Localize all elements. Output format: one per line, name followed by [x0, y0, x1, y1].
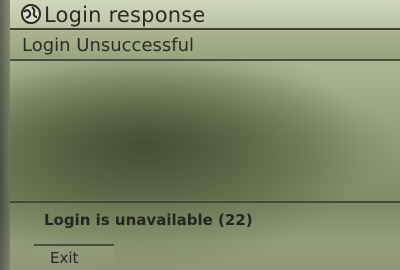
- login-result-message: Login Unsuccessful: [22, 35, 195, 56]
- dialog-title-bar: Login response: [10, 0, 400, 30]
- dialog-content-area: [10, 61, 400, 200]
- screen-bezel-edge: [0, 0, 10, 270]
- device-screen: Login response Login Unsuccessful Login …: [0, 0, 400, 270]
- globe-icon: [20, 3, 42, 25]
- footer-divider: [10, 201, 400, 203]
- status-message: Login is unavailable (22): [44, 211, 253, 229]
- exit-button-label: Exit: [50, 249, 79, 267]
- dialog-title: Login response: [44, 3, 206, 27]
- login-result-row: Login Unsuccessful: [10, 31, 400, 61]
- exit-button[interactable]: Exit: [34, 244, 114, 270]
